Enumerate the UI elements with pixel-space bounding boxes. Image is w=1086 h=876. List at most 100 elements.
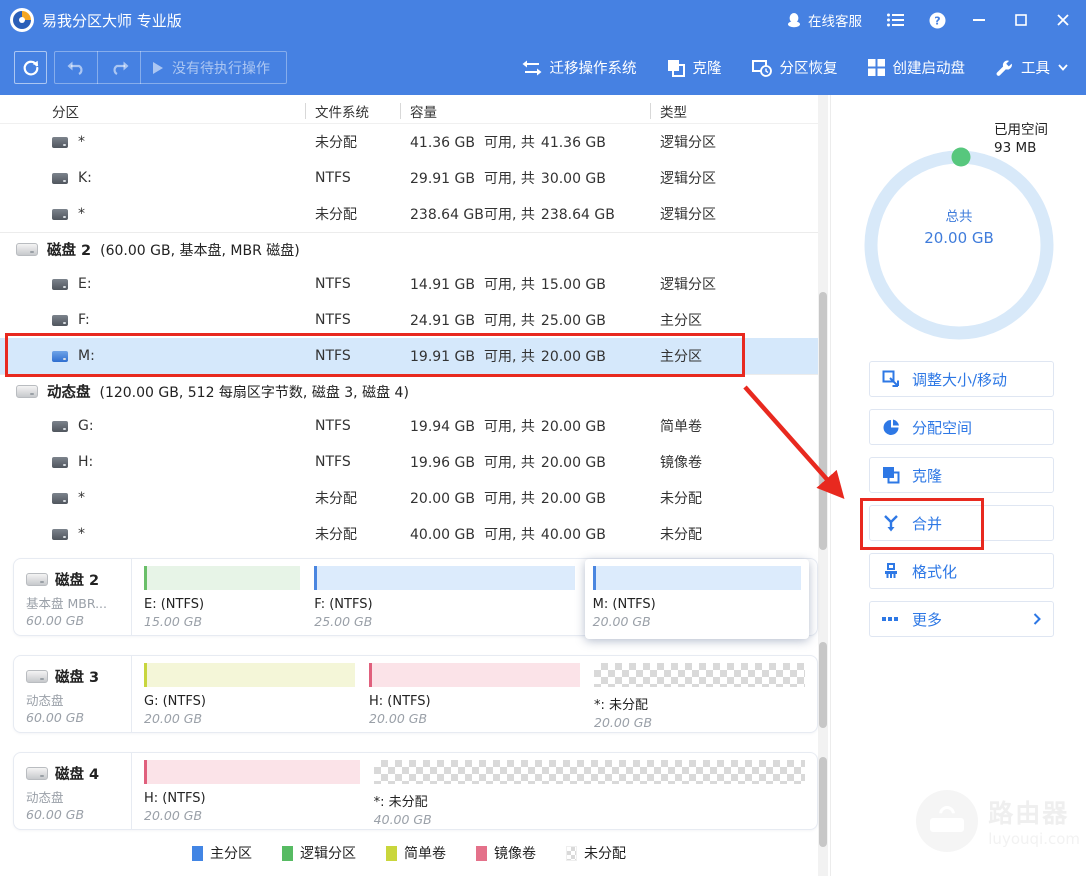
allocate-space-button[interactable]: 分配空间	[869, 409, 1054, 445]
table-row[interactable]: F: NTFS 24.91 GB可用, 共25.00 GB 主分区	[0, 302, 818, 338]
legend-label: 镜像卷	[494, 843, 536, 863]
format-brush-icon	[882, 562, 900, 580]
minimize-button[interactable]	[970, 11, 988, 29]
action-buttons: 调整大小/移动 分配空间 克隆	[869, 361, 1054, 649]
table-header: 分区 文件系统 容量 类型	[0, 98, 818, 124]
disk-name: 磁盘 4	[55, 763, 99, 784]
disk-panel-3: 磁盘 3 动态盘 60.00 GB G: (NTFS) 20.00 GB H: …	[13, 655, 818, 733]
drive-icon	[52, 209, 68, 220]
legend-label: 简单卷	[404, 843, 446, 863]
resize-move-label: 调整大小/移动	[912, 369, 1007, 390]
table-row[interactable]: G: NTFS 19.94 GB可用, 共20.00 GB 简单卷	[0, 408, 818, 444]
play-icon	[153, 62, 163, 74]
partition-block-m-selected[interactable]: M: (NTFS) 20.00 GB	[585, 559, 809, 639]
partition-name: K:	[78, 170, 92, 186]
partition-label: *: 未分配	[374, 791, 805, 810]
legend-label: 未分配	[584, 843, 626, 863]
partition-size: 20.00 GB	[369, 711, 580, 726]
disk-group-row[interactable]: 动态盘 (120.00 GB, 512 每扇区字节数, 磁盘 3, 磁盘 4)	[0, 374, 818, 408]
help-icon[interactable]: ?	[928, 11, 946, 29]
partition-recovery-icon	[752, 59, 772, 77]
redo-icon	[110, 60, 129, 75]
vertical-scrollbar[interactable]	[818, 95, 828, 876]
clone-button[interactable]: 克隆	[667, 57, 722, 78]
partition-block-h2[interactable]: H: (NTFS) 20.00 GB	[144, 760, 360, 829]
partition-label: F: (NTFS)	[314, 597, 574, 612]
close-button[interactable]	[1054, 11, 1072, 29]
clone-partition-button[interactable]: 克隆	[869, 457, 1054, 493]
table-row[interactable]: * 未分配 20.00 GB可用, 共20.00 GB 未分配	[0, 480, 818, 516]
partition-fs: NTFS	[305, 348, 400, 364]
migrate-os-button[interactable]: 迁移操作系统	[522, 57, 637, 78]
partition-type: 主分区	[650, 346, 818, 366]
table-row[interactable]: * 未分配 40.00 GB可用, 共40.00 GB 未分配	[0, 516, 818, 552]
partition-block-unallocated[interactable]: *: 未分配 20.00 GB	[594, 663, 805, 732]
column-partition: 分区	[52, 98, 305, 124]
partition-label: G: (NTFS)	[144, 694, 355, 709]
partition-label: E: (NTFS)	[144, 597, 300, 612]
partition-bar	[314, 566, 574, 590]
pending-ops-label: 没有待执行操作	[172, 58, 270, 78]
operations-list-icon[interactable]	[886, 11, 904, 29]
partition-block-g[interactable]: G: (NTFS) 20.00 GB	[144, 663, 355, 732]
partition-capacity: 19.96 GB可用, 共20.00 GB	[400, 452, 650, 472]
scrollbar-thumb[interactable]	[819, 757, 827, 847]
more-button[interactable]: 更多	[869, 601, 1054, 637]
table-row[interactable]: E: NTFS 14.91 GB可用, 共15.00 GB 逻辑分区	[0, 266, 818, 302]
partition-capacity: 238.64 GB可用, 共238.64 GB	[400, 204, 650, 224]
table-row[interactable]: K: NTFS 29.91 GB可用, 共30.00 GB 逻辑分区	[0, 160, 818, 196]
undo-button[interactable]	[55, 52, 97, 83]
disk-label[interactable]: 磁盘 4 动态盘 60.00 GB	[14, 753, 132, 829]
chevron-down-icon	[1058, 64, 1068, 71]
partition-recovery-button[interactable]: 分区恢复	[752, 57, 838, 78]
execute-pending-button[interactable]: 没有待执行操作	[141, 58, 286, 78]
resize-icon	[882, 370, 900, 388]
partition-type: 主分区	[650, 310, 818, 330]
partition-bar	[593, 566, 801, 590]
disk-label[interactable]: 磁盘 2 基本盘 MBR... 60.00 GB	[14, 559, 132, 635]
partition-block-unallocated[interactable]: *: 未分配 40.00 GB	[374, 760, 805, 829]
refresh-button[interactable]	[14, 51, 47, 84]
disk-panel-2: 磁盘 2 基本盘 MBR... 60.00 GB E: (NTFS) 15.00…	[13, 558, 818, 636]
total-space-label: 总共 20.00 GB	[879, 205, 1039, 247]
partition-fs: 未分配	[305, 524, 400, 544]
partition-label: *: 未分配	[594, 694, 805, 713]
redo-button[interactable]	[98, 52, 140, 83]
maximize-button[interactable]	[1012, 11, 1030, 29]
format-button[interactable]: 格式化	[869, 553, 1054, 589]
online-service-button[interactable]: 在线客服	[786, 10, 862, 30]
partition-name: *	[78, 490, 85, 506]
table-row[interactable]: * 未分配 238.64 GB可用, 共238.64 GB 逻辑分区	[0, 196, 818, 232]
resize-move-button[interactable]: 调整大小/移动	[869, 361, 1054, 397]
partition-capacity: 41.36 GB可用, 共41.36 GB	[400, 132, 650, 152]
partition-fs: 未分配	[305, 132, 400, 152]
table-row[interactable]: H: NTFS 19.96 GB可用, 共20.00 GB 镜像卷	[0, 444, 818, 480]
disk-size: 60.00 GB	[26, 613, 125, 628]
usage-donut: 已用空间 93 MB 总共 20.00 GB	[831, 95, 1086, 345]
partition-block-e[interactable]: E: (NTFS) 15.00 GB	[144, 566, 300, 635]
drive-icon	[52, 529, 68, 540]
legend-label: 主分区	[210, 843, 252, 863]
disk-group-row[interactable]: 磁盘 2 (60.00 GB, 基本盘, MBR 磁盘)	[0, 232, 818, 266]
partition-capacity: 14.91 GB可用, 共15.00 GB	[400, 274, 650, 294]
create-boot-disk-button[interactable]: 创建启动盘	[868, 57, 966, 78]
merge-button[interactable]: 合并	[869, 505, 1054, 541]
partition-size: 20.00 GB	[144, 808, 360, 823]
table-row-selected[interactable]: M: NTFS 19.91 GB可用, 共20.00 GB 主分区	[0, 338, 818, 374]
legend-swatch-mirror	[476, 846, 487, 861]
partition-type: 镜像卷	[650, 452, 818, 472]
scrollbar-thumb[interactable]	[819, 292, 827, 550]
column-filesystem: 文件系统	[305, 98, 400, 124]
column-type: 类型	[650, 98, 818, 124]
partition-block-h[interactable]: H: (NTFS) 20.00 GB	[369, 663, 580, 732]
disk-label[interactable]: 磁盘 3 动态盘 60.00 GB	[14, 656, 132, 732]
tools-menu-button[interactable]: 工具	[995, 57, 1068, 78]
legend: 主分区 逻辑分区 简单卷 镜像卷 未分配	[0, 843, 818, 863]
drive-icon	[52, 351, 68, 362]
partition-block-f[interactable]: F: (NTFS) 25.00 GB	[314, 566, 574, 635]
partition-type: 未分配	[650, 488, 818, 508]
scrollbar-thumb[interactable]	[819, 642, 827, 728]
table-row[interactable]: * 未分配 41.36 GB可用, 共41.36 GB 逻辑分区	[0, 124, 818, 160]
partition-fs: 未分配	[305, 204, 400, 224]
disk-kind: 动态盘	[26, 690, 125, 709]
